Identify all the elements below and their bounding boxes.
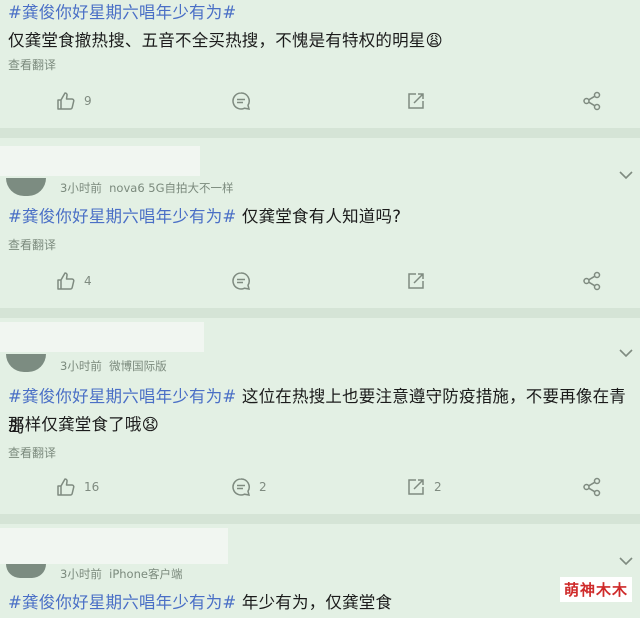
post-time: 3小时前 <box>60 181 102 195</box>
divider <box>0 128 640 138</box>
post-card: 3小时前 iPhone客户端 #龚俊你好星期六唱年少有为# 年少有为，仅龚堂食 <box>0 524 640 618</box>
avatar[interactable] <box>6 178 46 196</box>
like-button[interactable]: 9 <box>56 86 92 116</box>
user-row: 3小时前 微博国际版 <box>0 322 640 373</box>
hashtag-link[interactable]: #龚俊你好星期六唱年少有为# <box>8 3 236 22</box>
repost-count: 2 <box>434 480 442 494</box>
translate-link[interactable]: 查看翻译 <box>0 236 64 253</box>
share-button[interactable] <box>582 266 602 296</box>
repost-button[interactable] <box>406 266 434 296</box>
post-text: 仅龚堂食撤热搜、五音不全买热搜，不愧是有特权的明星😩 <box>8 31 443 50</box>
share-icon <box>583 91 601 111</box>
post-text: #龚俊你好星期六唱年少有为# 仅龚堂食有人知道吗? <box>0 202 409 232</box>
comment-button[interactable] <box>231 86 259 116</box>
post-text: #龚俊你好星期六唱年少有为# <box>0 0 244 28</box>
avatar[interactable] <box>6 564 46 578</box>
post-text-line2: 那样仅龚堂食了哦😧 <box>8 415 160 434</box>
share-icon <box>583 271 601 291</box>
post-card: 3小时前 nova6 5G自拍大不一样 #龚俊你好星期六唱年少有为# 仅龚堂食有… <box>0 138 640 308</box>
thumbs-up-icon <box>57 272 75 290</box>
repost-button[interactable]: 2 <box>406 472 442 502</box>
thumbs-up-icon <box>57 92 75 110</box>
post-text: #龚俊你好星期六唱年少有为# 年少有为，仅龚堂食 <box>0 588 400 618</box>
thumbs-up-icon <box>57 478 75 496</box>
chevron-down-icon[interactable] <box>618 348 634 358</box>
like-count: 4 <box>84 274 92 288</box>
like-button[interactable]: 4 <box>56 266 92 296</box>
like-button[interactable]: 16 <box>56 472 99 502</box>
action-bar: 16 2 2 <box>0 472 640 502</box>
post-body: 年少有为，仅龚堂食 <box>236 593 393 612</box>
user-row: 3小时前 iPhone客户端 <box>0 528 640 581</box>
share-icon <box>583 477 601 497</box>
chevron-down-icon[interactable] <box>618 170 634 180</box>
translate-link[interactable]: 查看翻译 <box>0 56 64 73</box>
divider <box>0 514 640 524</box>
share-button[interactable] <box>582 86 602 116</box>
like-count: 16 <box>84 480 100 494</box>
user-row: 3小时前 nova6 5G自拍大不一样 <box>0 146 640 196</box>
post-source: 微博国际版 <box>109 359 167 373</box>
hashtag-link[interactable]: #龚俊你好星期六唱年少有为# <box>8 207 236 226</box>
comment-count: 2 <box>259 480 267 494</box>
post-body: 仅龚堂食有人知道吗? <box>236 207 402 226</box>
post-source: iPhone客户端 <box>109 567 183 581</box>
comment-button[interactable]: 2 <box>231 472 267 502</box>
username-redacted <box>0 322 204 352</box>
comment-button[interactable] <box>231 266 259 296</box>
translate-link[interactable]: 查看翻译 <box>0 444 64 461</box>
repost-icon <box>408 93 424 109</box>
post-meta: 3小时前 iPhone客户端 <box>60 566 182 582</box>
share-button[interactable] <box>582 472 602 502</box>
like-count: 9 <box>84 94 92 108</box>
post-card: #龚俊你好星期六唱年少有为# 仅龚堂食撤热搜、五音不全买热搜，不愧是有特权的明星… <box>0 0 640 128</box>
hashtag-link[interactable]: #龚俊你好星期六唱年少有为# <box>8 387 236 406</box>
action-bar: 4 <box>0 266 640 296</box>
username-redacted <box>0 528 228 564</box>
post-meta: 3小时前 nova6 5G自拍大不一样 <box>60 180 234 196</box>
username-redacted <box>0 146 200 176</box>
post-time: 3小时前 <box>60 359 102 373</box>
watermark: 萌神木木 <box>559 577 632 602</box>
hashtag-link[interactable]: #龚俊你好星期六唱年少有为# <box>8 593 236 612</box>
action-bar: 9 <box>0 86 640 116</box>
comment-icon <box>232 478 251 496</box>
post-source: nova6 5G自拍大不一样 <box>109 181 234 195</box>
post-card: 3小时前 微博国际版 #龚俊你好星期六唱年少有为# 这位在热搜上也要注意遵守防疫… <box>0 318 640 514</box>
comment-icon <box>232 272 251 290</box>
post-meta: 3小时前 微博国际版 <box>60 358 167 374</box>
divider <box>0 308 640 318</box>
comment-icon <box>232 92 251 110</box>
post-time: 3小时前 <box>60 567 102 581</box>
repost-icon <box>408 479 424 495</box>
repost-icon <box>408 273 424 289</box>
chevron-down-icon[interactable] <box>618 556 634 566</box>
repost-button[interactable] <box>406 86 434 116</box>
avatar[interactable] <box>6 354 46 372</box>
